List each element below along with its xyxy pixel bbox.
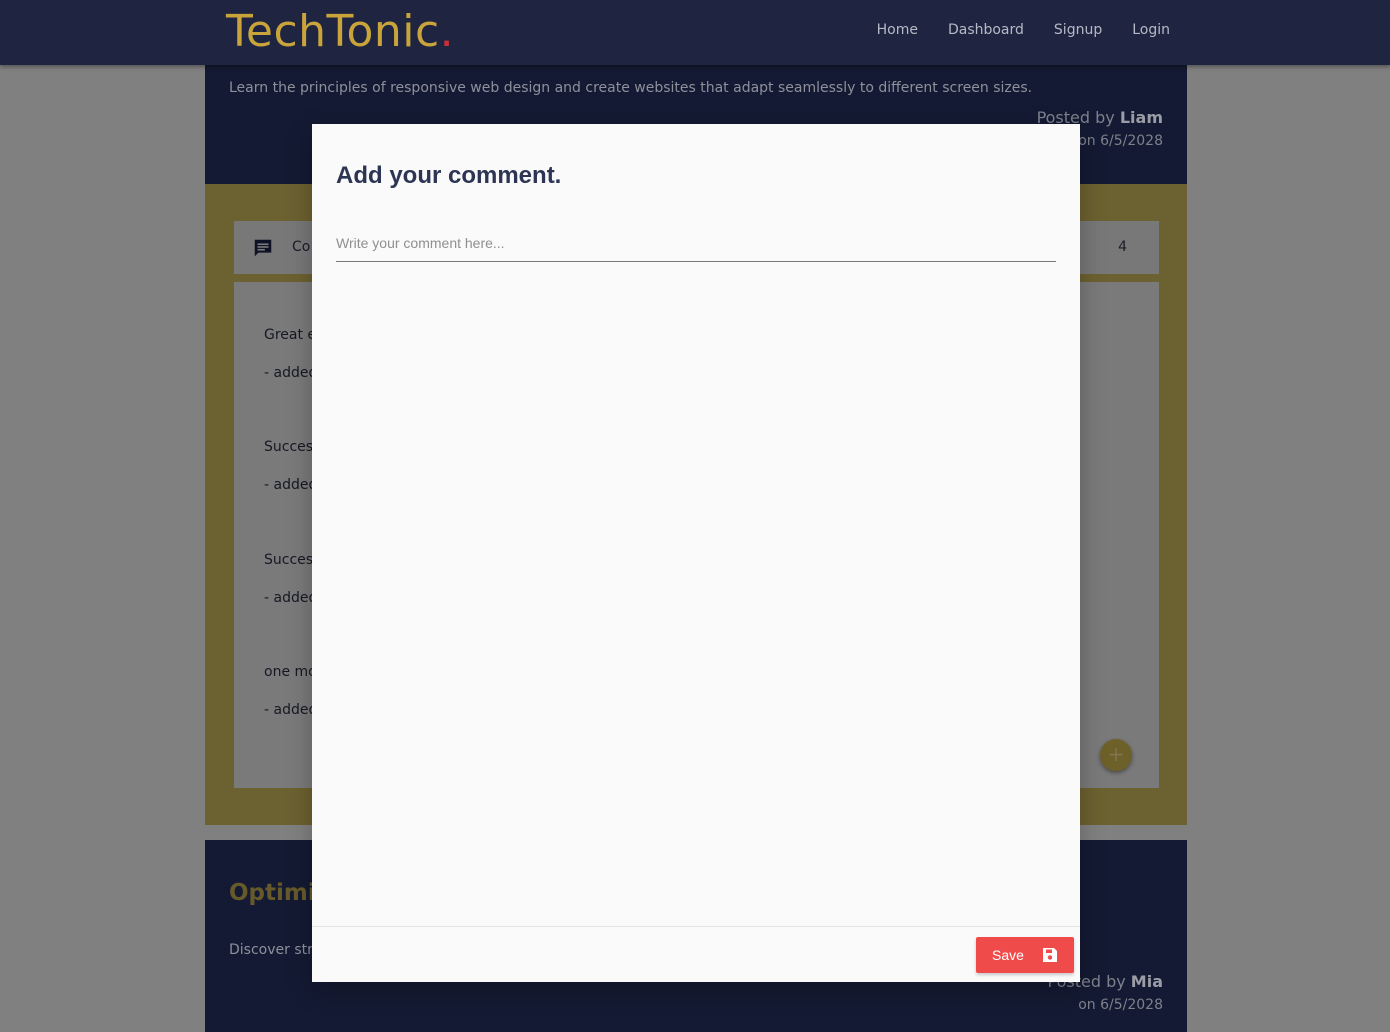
- post-date: on 6/5/2028: [1078, 997, 1163, 1013]
- nav-login-link[interactable]: Login: [1132, 22, 1170, 38]
- comment-author: - added: [264, 702, 318, 718]
- add-comment-button[interactable]: +: [1100, 739, 1132, 771]
- comment-author: - added: [264, 365, 318, 381]
- comment-text: Great e: [264, 327, 317, 343]
- list-item: one mo - added: [264, 664, 317, 718]
- comment-input[interactable]: [336, 224, 1056, 262]
- nav-links: Home Dashboard Signup Login: [877, 22, 1170, 38]
- comments-count: 4: [1118, 239, 1127, 255]
- post-title[interactable]: Optimi: [229, 880, 316, 906]
- comments-header-label: Co: [292, 239, 311, 255]
- save-icon: [1042, 947, 1058, 963]
- brand-name: TechTonic: [226, 6, 440, 57]
- comment-icon: [252, 237, 274, 263]
- modal-footer: Save: [312, 926, 1080, 982]
- nav-home-link[interactable]: Home: [877, 22, 918, 38]
- navbar: TechTonic. Home Dashboard Signup Login: [0, 0, 1390, 65]
- post-description: Discover stra: [229, 942, 322, 958]
- post-author: Mia: [1130, 972, 1163, 991]
- add-comment-modal: Add your comment. Save: [312, 124, 1080, 982]
- nav-dashboard-link[interactable]: Dashboard: [948, 22, 1024, 38]
- save-button-label: Save: [992, 947, 1024, 963]
- comment-text: one mo: [264, 664, 317, 680]
- brand-dot: .: [439, 6, 455, 57]
- list-item: Great e - added: [264, 327, 317, 381]
- brand-logo[interactable]: TechTonic.: [226, 6, 454, 57]
- modal-title: Add your comment.: [336, 162, 562, 189]
- nav-signup-link[interactable]: Signup: [1054, 22, 1102, 38]
- post-author: Liam: [1119, 108, 1163, 127]
- post-description: Learn the principles of responsive web d…: [229, 80, 1033, 96]
- save-button[interactable]: Save: [976, 937, 1074, 973]
